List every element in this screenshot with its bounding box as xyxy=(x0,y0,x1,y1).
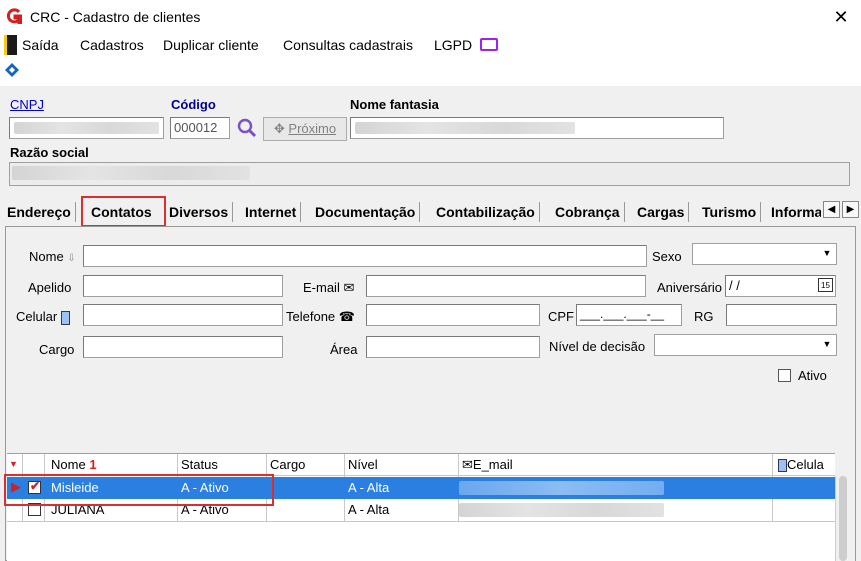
cpf-field[interactable]: ___.___.___-__ xyxy=(576,304,682,326)
sexo-select[interactable]: ▼ xyxy=(692,243,837,265)
nivel-decisao-label: Nível de decisão xyxy=(549,339,646,354)
sort-arrow-icon: ⇩ xyxy=(67,253,76,264)
cargo-label: Cargo xyxy=(39,342,75,357)
chevron-down-icon: ▼ xyxy=(822,248,832,258)
nome-label: Nome ⇩ xyxy=(29,249,76,264)
grid-scroll-thumb[interactable] xyxy=(839,476,847,561)
tab-documentacao[interactable]: Documentação xyxy=(315,202,421,222)
tab-turismo[interactable]: Turismo xyxy=(702,202,762,222)
row-highlight-annotation xyxy=(4,474,274,506)
aniversario-label: Aniversário xyxy=(657,280,723,295)
tab-highlight-annotation xyxy=(81,196,166,227)
email-field[interactable] xyxy=(366,275,646,297)
ativo-checkbox[interactable] xyxy=(778,369,791,382)
cell-email-redacted xyxy=(459,503,664,517)
col-nome[interactable]: Nome 1 xyxy=(51,457,97,472)
apelido-label: Apelido xyxy=(28,280,72,295)
ativo-label: Ativo xyxy=(798,368,827,383)
envelope-icon: ✉ xyxy=(343,280,355,295)
app-logo-icon xyxy=(6,8,22,24)
next-button[interactable]: ✥ Próximo xyxy=(263,117,347,141)
cnpj-field[interactable] xyxy=(9,117,164,139)
sexo-label: Sexo xyxy=(652,249,682,264)
email-label: E-mail ✉ xyxy=(303,280,355,295)
tab-contabilizacao[interactable]: Contabilização xyxy=(436,202,540,222)
chevron-down-icon: ▼ xyxy=(822,339,832,349)
aniversario-field[interactable]: / / 15 xyxy=(725,275,836,297)
rg-field[interactable] xyxy=(726,304,837,326)
tab-cobranca[interactable]: Cobrança xyxy=(555,202,625,222)
menu-duplicar-cliente[interactable]: Duplicar cliente xyxy=(163,37,259,53)
telefone-field[interactable] xyxy=(366,304,540,326)
nome-fantasia-label: Nome fantasia xyxy=(350,97,439,112)
tab-scroll-right-icon[interactable]: ▶ xyxy=(842,201,859,218)
telefone-label: Telefone ☎ xyxy=(286,309,355,324)
tab-endereco[interactable]: Endereço xyxy=(7,202,76,222)
col-celular[interactable]: Celula xyxy=(778,457,824,473)
nivel-decisao-select[interactable]: ▼ xyxy=(654,334,837,356)
col-cargo[interactable]: Cargo xyxy=(270,457,305,472)
toolbar xyxy=(0,58,861,86)
col-status[interactable]: Status xyxy=(181,457,218,472)
cell-nivel: A - Alta xyxy=(348,502,390,517)
menu-cadastros[interactable]: Cadastros xyxy=(80,37,144,53)
area-label: Área xyxy=(330,342,358,357)
cnpj-label[interactable]: CNPJ xyxy=(10,97,44,112)
envelope-icon: ✉ xyxy=(462,457,473,472)
celular-label: Celular xyxy=(16,309,70,325)
nome-fantasia-field[interactable] xyxy=(350,117,724,139)
telephone-icon: ☎ xyxy=(338,309,355,324)
cpf-label: CPF xyxy=(548,309,574,324)
menu-consultas-cadastrais[interactable]: Consultas cadastrais xyxy=(283,37,413,53)
area-field[interactable] xyxy=(366,336,540,358)
aniversario-value: / / xyxy=(729,278,740,293)
search-icon[interactable] xyxy=(236,117,258,139)
tab-scroll-left-icon[interactable]: ◀ xyxy=(823,201,840,218)
menu-lgpd[interactable]: LGPD xyxy=(434,37,472,53)
celular-field[interactable] xyxy=(83,304,283,326)
nome-field[interactable] xyxy=(83,245,647,267)
navigator-icon[interactable] xyxy=(3,62,21,80)
tab-informacoes[interactable]: Informa xyxy=(771,202,821,222)
cell-nivel: A - Alta xyxy=(348,480,390,495)
cell-email-redacted xyxy=(459,481,664,495)
grid-header: ▼ Nome 1 Status Cargo Nível ✉E_mail Celu… xyxy=(7,454,835,476)
sort-desc-icon[interactable]: ▼ xyxy=(9,459,18,469)
menu-bar: Saída Cadastros Duplicar cliente Consult… xyxy=(0,34,861,58)
razao-social-field[interactable] xyxy=(9,162,850,186)
rg-label: RG xyxy=(694,309,714,324)
mobile-phone-icon xyxy=(60,310,70,325)
razao-social-label: Razão social xyxy=(10,145,89,160)
window-title: CRC - Cadastro de clientes xyxy=(30,9,201,25)
col-nivel[interactable]: Nível xyxy=(348,457,378,472)
menu-saida[interactable]: Saída xyxy=(22,37,59,53)
tab-diversos[interactable]: Diversos xyxy=(169,202,234,222)
tab-cargas[interactable]: Cargas xyxy=(637,202,690,222)
plus-icon: ✥ xyxy=(273,121,289,136)
col-email[interactable]: ✉E_mail xyxy=(462,457,513,473)
codigo-label: Código xyxy=(171,97,216,112)
next-button-label: Próximo xyxy=(288,121,337,136)
exit-door-icon xyxy=(4,35,17,55)
monitor-icon[interactable] xyxy=(480,38,498,51)
codigo-field[interactable]: 000012 xyxy=(170,117,230,139)
tab-internet[interactable]: Internet xyxy=(245,202,302,222)
calendar-icon[interactable]: 15 xyxy=(818,278,833,292)
mobile-phone-icon xyxy=(778,459,787,473)
cargo-field[interactable] xyxy=(83,336,283,358)
apelido-field[interactable] xyxy=(83,275,283,297)
close-button[interactable]: ✕ xyxy=(826,4,856,30)
